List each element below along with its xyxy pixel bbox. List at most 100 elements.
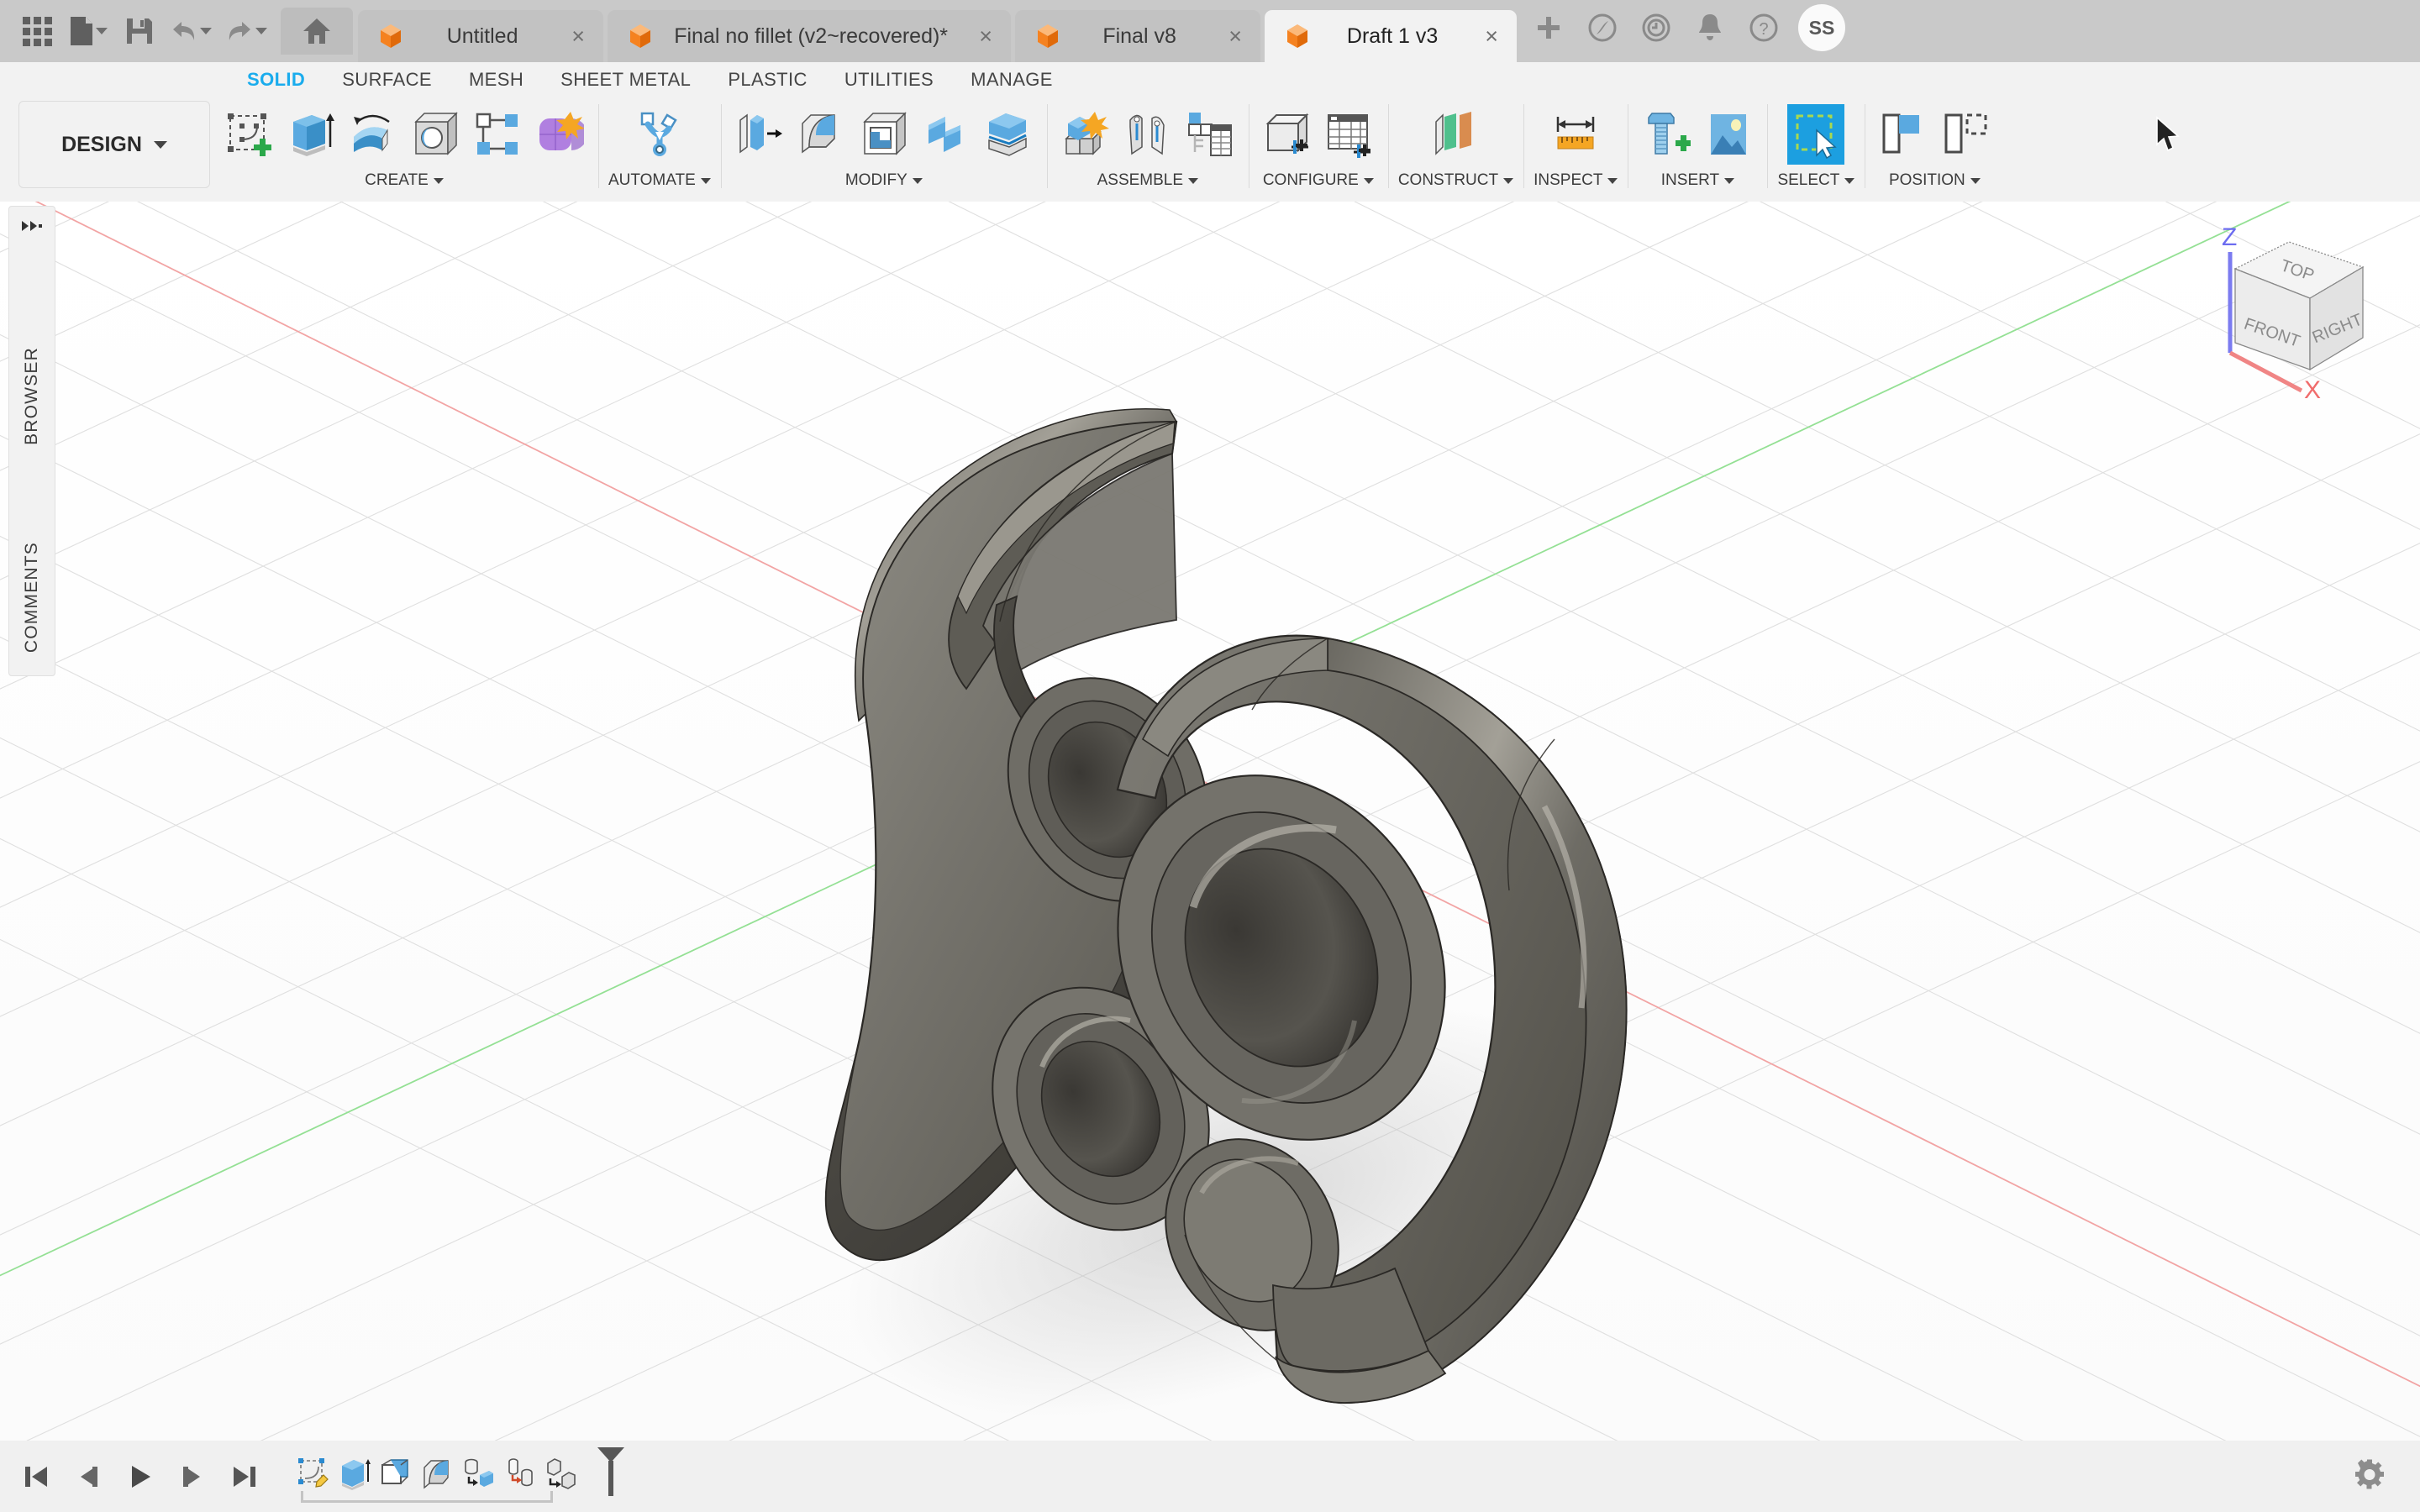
job-status-icon[interactable] bbox=[1634, 5, 1679, 50]
document-tab-label: Draft 1 v3 bbox=[1346, 24, 1439, 48]
left-dock-panel: BROWSER COMMENTS bbox=[8, 206, 55, 676]
panel-title-create[interactable]: CREATE bbox=[365, 171, 444, 190]
undo-icon[interactable] bbox=[165, 8, 217, 55]
panel-title-inspect[interactable]: INSPECT bbox=[1534, 171, 1618, 190]
ribbon-tab-sheet-metal[interactable]: SHEET METAL bbox=[542, 69, 709, 91]
ribbon-panel-assemble: ASSEMBLE bbox=[1046, 97, 1249, 202]
align-icon[interactable] bbox=[1875, 104, 1932, 165]
document-tab-untitled[interactable]: Untitled × bbox=[358, 10, 603, 62]
document-tab-draft-1-v3[interactable]: Draft 1 v3 × bbox=[1265, 10, 1517, 62]
comments-panel-tab[interactable]: COMMENTS bbox=[22, 542, 42, 653]
redo-icon[interactable] bbox=[220, 8, 272, 55]
panel-title-insert[interactable]: INSERT bbox=[1661, 171, 1735, 190]
create-form-icon[interactable] bbox=[531, 104, 588, 165]
ribbon-tab-surface[interactable]: SURFACE bbox=[324, 69, 450, 91]
select-icon[interactable] bbox=[1787, 104, 1845, 165]
3d-viewport[interactable]: BROWSER COMMENTS Z X TOP FRONT RIGHT bbox=[0, 202, 2420, 1441]
step-back-button[interactable] bbox=[69, 1457, 108, 1496]
step-forward-button[interactable] bbox=[173, 1457, 212, 1496]
app-grid-icon[interactable] bbox=[15, 8, 59, 55]
panel-title-label: INSPECT bbox=[1534, 171, 1603, 189]
chevron-down-icon bbox=[433, 177, 444, 184]
ribbon-panel-insert: INSERT bbox=[1628, 97, 1767, 202]
configure-design-icon[interactable] bbox=[1259, 104, 1316, 165]
go-to-beginning-button[interactable] bbox=[17, 1457, 55, 1496]
panel-title-select[interactable]: SELECT bbox=[1777, 171, 1855, 190]
go-to-end-button[interactable] bbox=[225, 1457, 264, 1496]
panel-title-label: AUTOMATE bbox=[608, 171, 696, 189]
panel-title-position[interactable]: POSITION bbox=[1889, 171, 1981, 190]
ribbon-tab-strip: SOLID SURFACE MESH SHEET METAL PLASTIC U… bbox=[0, 62, 2420, 97]
panel-title-configure[interactable]: CONFIGURE bbox=[1263, 171, 1374, 190]
panel-title-automate[interactable]: AUTOMATE bbox=[608, 171, 711, 190]
save-icon[interactable] bbox=[118, 8, 161, 55]
shell-icon[interactable] bbox=[855, 104, 913, 165]
browser-panel-tab[interactable]: BROWSER bbox=[22, 347, 42, 445]
close-tab-icon[interactable]: × bbox=[979, 24, 992, 48]
combine-icon[interactable] bbox=[918, 104, 975, 165]
panel-title-construct[interactable]: CONSTRUCT bbox=[1397, 171, 1514, 190]
panel-title-label: ASSEMBLE bbox=[1097, 171, 1184, 189]
joint-icon[interactable] bbox=[1119, 104, 1176, 165]
ribbon-tab-solid[interactable]: SOLID bbox=[229, 69, 324, 91]
close-tab-icon[interactable]: × bbox=[571, 24, 585, 48]
chevron-down-icon bbox=[1503, 177, 1514, 184]
insert-image-icon[interactable] bbox=[1700, 104, 1757, 165]
timeline-playback-controls bbox=[0, 1457, 264, 1496]
ribbon-panel-construct: CONSTRUCT bbox=[1387, 97, 1523, 202]
chevron-down-icon bbox=[1188, 177, 1199, 184]
insert-mcmaster-icon[interactable] bbox=[1638, 104, 1695, 165]
configuration-table-icon[interactable] bbox=[1321, 104, 1378, 165]
revolve-icon[interactable] bbox=[345, 104, 402, 165]
panel-title-label: CONSTRUCT bbox=[1397, 171, 1499, 189]
document-tab-final-v8[interactable]: Final v8 × bbox=[1015, 10, 1260, 62]
view-cube[interactable]: Z X TOP FRONT RIGHT bbox=[2196, 218, 2398, 404]
chevron-down-icon bbox=[1970, 177, 1981, 184]
ribbon-tab-manage[interactable]: MANAGE bbox=[952, 69, 1071, 91]
chevron-down-icon bbox=[700, 177, 711, 184]
ribbon-panel-automate: AUTOMATE bbox=[598, 97, 721, 202]
fusion-cube-icon bbox=[381, 24, 401, 48]
fillet-icon[interactable] bbox=[793, 104, 850, 165]
close-tab-icon[interactable]: × bbox=[1228, 24, 1242, 48]
press-pull-icon[interactable] bbox=[731, 104, 788, 165]
split-body-icon[interactable] bbox=[980, 104, 1037, 165]
measure-icon[interactable] bbox=[1547, 104, 1604, 165]
new-component-icon[interactable] bbox=[1057, 104, 1114, 165]
ribbon-tab-mesh[interactable]: MESH bbox=[450, 69, 542, 91]
notifications-icon[interactable] bbox=[1687, 5, 1733, 50]
extrude-icon[interactable] bbox=[282, 104, 339, 165]
ribbon-tab-plastic[interactable]: PLASTIC bbox=[709, 69, 826, 91]
panel-title-assemble[interactable]: ASSEMBLE bbox=[1097, 171, 1199, 190]
new-tab-button[interactable] bbox=[1526, 5, 1571, 50]
new-file-icon[interactable] bbox=[62, 8, 114, 55]
title-bar: Untitled × Final no fillet (v2~recovered… bbox=[0, 0, 2420, 62]
document-tab-label: Untitled bbox=[446, 24, 518, 48]
play-button[interactable] bbox=[121, 1457, 160, 1496]
document-tab-final-no-fillet[interactable]: Final no fillet (v2~recovered)* × bbox=[608, 10, 1011, 62]
offset-plane-icon[interactable] bbox=[1427, 104, 1484, 165]
ribbon: SOLID SURFACE MESH SHEET METAL PLASTIC U… bbox=[0, 62, 2420, 202]
timeline-settings-gear-icon[interactable] bbox=[2353, 1457, 2386, 1495]
avatar[interactable]: SS bbox=[1798, 4, 1845, 51]
move-copy-icon[interactable] bbox=[1937, 104, 1994, 165]
ribbon-panel-create: CREATE bbox=[210, 97, 598, 202]
svg-text:?: ? bbox=[1759, 20, 1768, 39]
contact-sets-icon[interactable] bbox=[1181, 104, 1239, 165]
axis-label-z: Z bbox=[2222, 223, 2237, 251]
hole-icon[interactable] bbox=[407, 104, 464, 165]
tab-bar-actions: ? SS bbox=[1526, 0, 1845, 62]
ribbon-tab-utilities[interactable]: UTILITIES bbox=[826, 69, 952, 91]
home-icon[interactable] bbox=[281, 8, 353, 55]
timeline-marker[interactable] bbox=[592, 1446, 629, 1502]
close-tab-icon[interactable]: × bbox=[1485, 24, 1498, 48]
create-sketch-icon[interactable] bbox=[220, 104, 277, 165]
fusion-cube-icon bbox=[1287, 24, 1307, 48]
panel-title-modify[interactable]: MODIFY bbox=[845, 171, 923, 190]
rectangular-pattern-icon[interactable] bbox=[469, 104, 526, 165]
workspace-selector[interactable]: DESIGN bbox=[18, 101, 210, 188]
extensions-icon[interactable] bbox=[1580, 5, 1625, 50]
automate-icon[interactable] bbox=[631, 104, 688, 165]
expand-panel-icon[interactable] bbox=[21, 218, 43, 238]
help-icon[interactable]: ? bbox=[1741, 5, 1786, 50]
